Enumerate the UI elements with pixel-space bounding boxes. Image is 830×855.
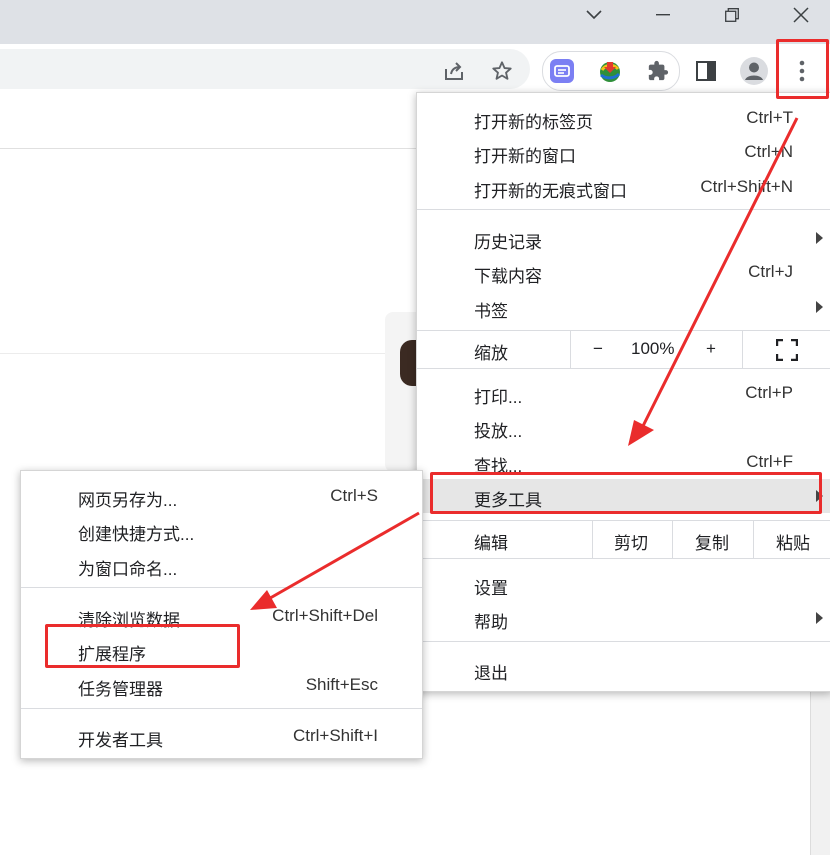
chevron-down-icon[interactable]	[564, 0, 624, 30]
zoom-level: 100%	[631, 339, 675, 358]
menu-item-label: 更多工具	[474, 491, 542, 510]
cut-button[interactable]: 剪切	[614, 529, 648, 554]
paste-button[interactable]: 粘贴	[776, 529, 810, 554]
menu-separator	[417, 641, 830, 642]
menu-separator	[417, 558, 830, 559]
edit-divider	[592, 521, 593, 558]
menu-item-label: 任务管理器	[78, 680, 163, 699]
submenu-arrow-icon	[816, 301, 823, 313]
zoom-out-button[interactable]: −	[593, 339, 603, 359]
google-translate-extension-icon[interactable]	[548, 57, 576, 85]
title-bar	[0, 0, 830, 44]
fullscreen-icon[interactable]	[775, 338, 799, 362]
edit-label: 编辑	[474, 534, 508, 553]
menu-separator	[21, 587, 422, 588]
zoom-label: 缩放	[474, 344, 508, 363]
menu-item-shortcut: Ctrl+S	[330, 486, 378, 505]
close-icon[interactable]	[771, 0, 830, 30]
menu-item-label: 投放...	[474, 422, 523, 441]
share-icon[interactable]	[440, 57, 468, 85]
menu-separator	[417, 209, 830, 210]
side-panel-icon[interactable]	[692, 57, 720, 85]
menu-item-shortcut: Ctrl+Shift+I	[292, 726, 378, 745]
idm-extension-icon[interactable]	[596, 57, 624, 85]
menu-item-settings[interactable]: 设置	[417, 567, 830, 601]
menu-item-task-manager[interactable]: 任务管理器 Shift+Esc	[21, 668, 422, 702]
menu-item-label: 开发者工具	[78, 731, 163, 750]
edit-row: 编辑 剪切 复制 粘贴	[417, 521, 830, 558]
menu-item-new-window[interactable]: 打开新的窗口 Ctrl+N	[417, 135, 830, 169]
menu-item-extensions[interactable]: 扩展程序	[21, 633, 422, 667]
menu-item-label: 历史记录	[474, 233, 542, 252]
menu-item-save-page[interactable]: 网页另存为... Ctrl+S	[21, 479, 422, 513]
menu-item-clear-data[interactable]: 清除浏览数据... Ctrl+Shift+Del	[21, 599, 422, 633]
menu-item-label: 退出	[474, 664, 508, 683]
menu-item-cast[interactable]: 投放...	[417, 410, 830, 444]
menu-item-label: 下载内容	[474, 267, 542, 286]
puzzle-icon[interactable]	[644, 57, 672, 85]
menu-item-label: 打开新的无痕式窗口	[474, 182, 627, 201]
menu-item-label: 打开新的窗口	[474, 147, 576, 166]
menu-item-shortcut: Ctrl+Shift+Del	[272, 606, 378, 625]
menu-item-create-shortcut[interactable]: 创建快捷方式...	[21, 513, 422, 547]
menu-item-shortcut: Ctrl+T	[746, 108, 793, 127]
menu-item-more-tools[interactable]: 更多工具	[417, 479, 830, 513]
menu-item-shortcut: Ctrl+J	[748, 262, 793, 281]
menu-item-label: 创建快捷方式...	[78, 525, 195, 544]
menu-item-downloads[interactable]: 下载内容 Ctrl+J	[417, 255, 830, 289]
menu-separator	[417, 368, 830, 369]
menu-item-help[interactable]: 帮助	[417, 601, 830, 635]
submenu-arrow-icon	[816, 612, 823, 624]
menu-item-label: 书签	[474, 302, 508, 321]
menu-item-label: 设置	[474, 579, 508, 598]
menu-item-label: 帮助	[474, 613, 508, 632]
copy-button[interactable]: 复制	[695, 529, 729, 554]
submenu-arrow-icon	[816, 490, 823, 502]
zoom-divider	[742, 331, 743, 368]
chrome-main-menu: 打开新的标签页 Ctrl+T 打开新的窗口 Ctrl+N 打开新的无痕式窗口 C…	[416, 92, 830, 692]
zoom-row: 缩放 − 100% +	[417, 331, 830, 368]
menu-item-label: 为窗口命名...	[78, 560, 178, 579]
edit-divider	[753, 521, 754, 558]
menu-item-label: 查找...	[474, 457, 523, 476]
more-tools-submenu: 网页另存为... Ctrl+S 创建快捷方式... 为窗口命名... 清除浏览数…	[20, 470, 423, 759]
menu-item-shortcut: Ctrl+N	[744, 142, 793, 161]
menu-item-label: 网页另存为...	[78, 491, 178, 510]
edit-divider	[672, 521, 673, 558]
menu-item-label: 打开新的标签页	[474, 113, 593, 132]
menu-item-label: 扩展程序	[78, 645, 146, 664]
more-vert-icon[interactable]	[786, 55, 818, 87]
menu-item-shortcut: Ctrl+Shift+N	[700, 177, 793, 196]
menu-item-label: 清除浏览数据...	[78, 611, 195, 630]
menu-item-find[interactable]: 查找... Ctrl+F	[417, 445, 830, 479]
zoom-divider	[570, 331, 571, 368]
menu-item-label: 打印...	[474, 388, 523, 407]
menu-item-new-incognito[interactable]: 打开新的无痕式窗口 Ctrl+Shift+N	[417, 170, 830, 204]
menu-item-name-window[interactable]: 为窗口命名...	[21, 548, 422, 582]
menu-item-dev-tools[interactable]: 开发者工具 Ctrl+Shift+I	[21, 719, 422, 753]
minimize-icon[interactable]	[633, 0, 693, 30]
submenu-arrow-icon	[816, 232, 823, 244]
menu-item-bookmarks[interactable]: 书签	[417, 290, 830, 324]
zoom-in-button[interactable]: +	[706, 339, 716, 359]
menu-item-exit[interactable]: 退出	[417, 652, 830, 686]
profile-icon[interactable]	[738, 55, 770, 87]
menu-item-history[interactable]: 历史记录	[417, 221, 830, 255]
menu-item-shortcut: Shift+Esc	[305, 675, 378, 694]
menu-item-print[interactable]: 打印... Ctrl+P	[417, 376, 830, 410]
menu-item-shortcut: Ctrl+P	[745, 383, 793, 402]
restore-icon[interactable]	[702, 0, 762, 30]
page-divider	[0, 353, 420, 354]
page-scrollbar[interactable]	[810, 690, 830, 855]
menu-separator	[21, 708, 422, 709]
menu-item-new-tab[interactable]: 打开新的标签页 Ctrl+T	[417, 101, 830, 135]
star-icon[interactable]	[488, 57, 516, 85]
menu-item-shortcut: Ctrl+F	[746, 452, 793, 471]
